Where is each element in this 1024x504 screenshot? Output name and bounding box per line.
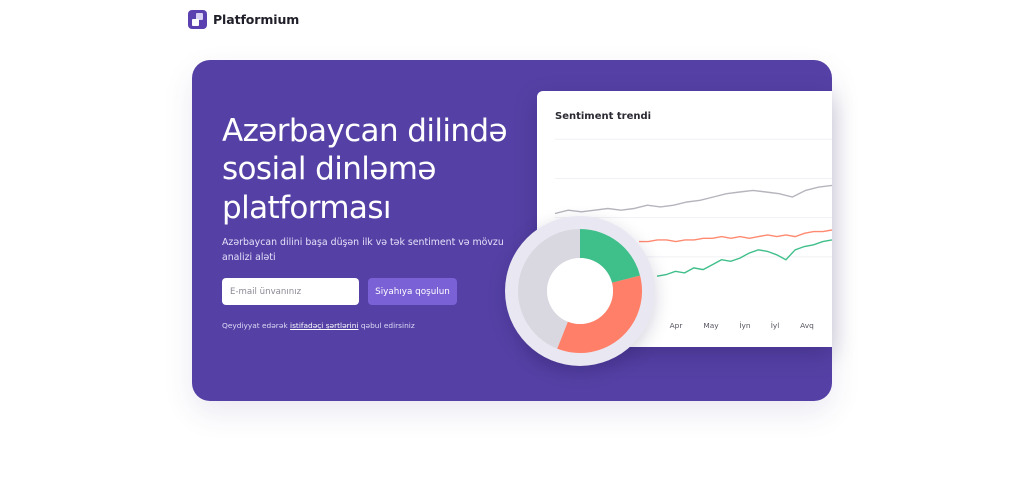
hero-title-line: platforması bbox=[222, 189, 391, 226]
join-waitlist-button[interactable]: Siyahıya qoşulun bbox=[368, 278, 457, 305]
terms-note: Qeydiyyat edərək istifadəçi şərtlərini q… bbox=[222, 321, 415, 330]
x-tick-label: İyn bbox=[739, 321, 751, 330]
hero-title: Azərbaycan dilində sosial dinləmə platfo… bbox=[222, 112, 522, 227]
x-tick-label: İyl bbox=[771, 321, 780, 330]
series-line bbox=[639, 229, 832, 243]
x-tick-label: May bbox=[703, 321, 719, 330]
brand-name: Platformium bbox=[213, 12, 300, 27]
series-line bbox=[656, 239, 832, 277]
donut-chart-frame bbox=[505, 216, 655, 366]
terms-link[interactable]: istifadəçi şərtlərini bbox=[290, 321, 358, 330]
x-tick-label: Apr bbox=[670, 321, 684, 330]
brand[interactable]: Platformium bbox=[188, 10, 299, 29]
terms-suffix: qəbul edirsiniz bbox=[358, 321, 415, 330]
x-tick-label: Avq bbox=[800, 321, 814, 330]
email-input[interactable] bbox=[222, 278, 359, 305]
sentiment-donut-chart bbox=[518, 229, 642, 353]
series-line bbox=[554, 184, 832, 215]
donut-hole bbox=[547, 258, 613, 324]
hero-subtitle: Azərbaycan dilini başa düşən ilk və tək … bbox=[222, 237, 504, 264]
hero-title-line: sosial dinləmə bbox=[222, 151, 436, 188]
hero-title-line: Azərbaycan dilində bbox=[222, 113, 508, 149]
terms-prefix: Qeydiyyat edərək bbox=[222, 321, 291, 330]
logo-icon bbox=[188, 10, 207, 29]
